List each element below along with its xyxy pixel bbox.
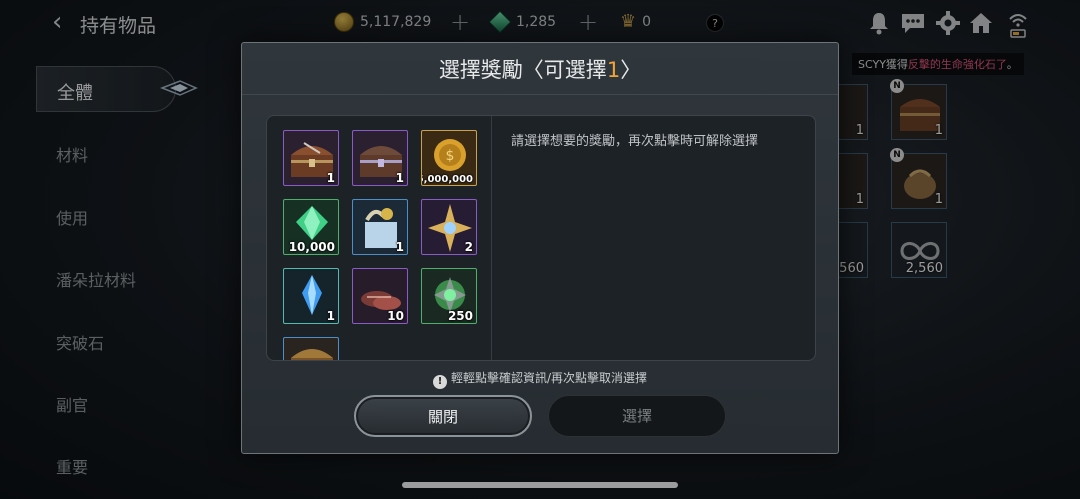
svg-text:$: $ <box>446 148 455 164</box>
info-icon: ! <box>432 375 447 389</box>
modal-hint: ! 輕輕點擊確認資訊/再次點擊取消選擇 <box>242 369 838 389</box>
reward-panel: 1 1 $ 5,000,000 10,000 1 2 1 10 250 請選擇想… <box>266 115 816 361</box>
panel-divider <box>491 116 492 360</box>
home-indicator[interactable] <box>402 482 678 488</box>
reward-item-chest-partial[interactable] <box>283 337 339 360</box>
reward-item-green-orb[interactable]: 250 <box>421 268 477 324</box>
reward-item-star-crystal[interactable]: 2 <box>421 199 477 255</box>
reward-item-gold[interactable]: $ 5,000,000 <box>421 130 477 186</box>
reward-item-green-gem[interactable]: 10,000 <box>283 199 339 255</box>
reward-description: 請選擇想要的獎勵，再次點擊時可解除選擇 <box>511 134 759 149</box>
reward-select-modal: 選擇獎勵〈可選擇1〉 1 1 $ 5,000,000 10,000 1 2 1 … <box>241 42 839 454</box>
reward-item-equipment-box[interactable]: 1 <box>352 199 408 255</box>
close-button[interactable]: 關閉 <box>354 395 532 437</box>
select-button[interactable]: 選擇 <box>548 395 726 437</box>
modal-title: 選擇獎勵〈可選擇1〉 <box>242 43 838 95</box>
chest-icon <box>291 349 333 360</box>
reward-item-blue-crystal[interactable]: 1 <box>283 268 339 324</box>
reward-item-chest[interactable]: 1 <box>283 130 339 186</box>
reward-item-meat[interactable]: 10 <box>352 268 408 324</box>
reward-item-chest-2[interactable]: 1 <box>352 130 408 186</box>
reward-grid: 1 1 $ 5,000,000 10,000 1 2 1 10 250 <box>283 130 483 360</box>
